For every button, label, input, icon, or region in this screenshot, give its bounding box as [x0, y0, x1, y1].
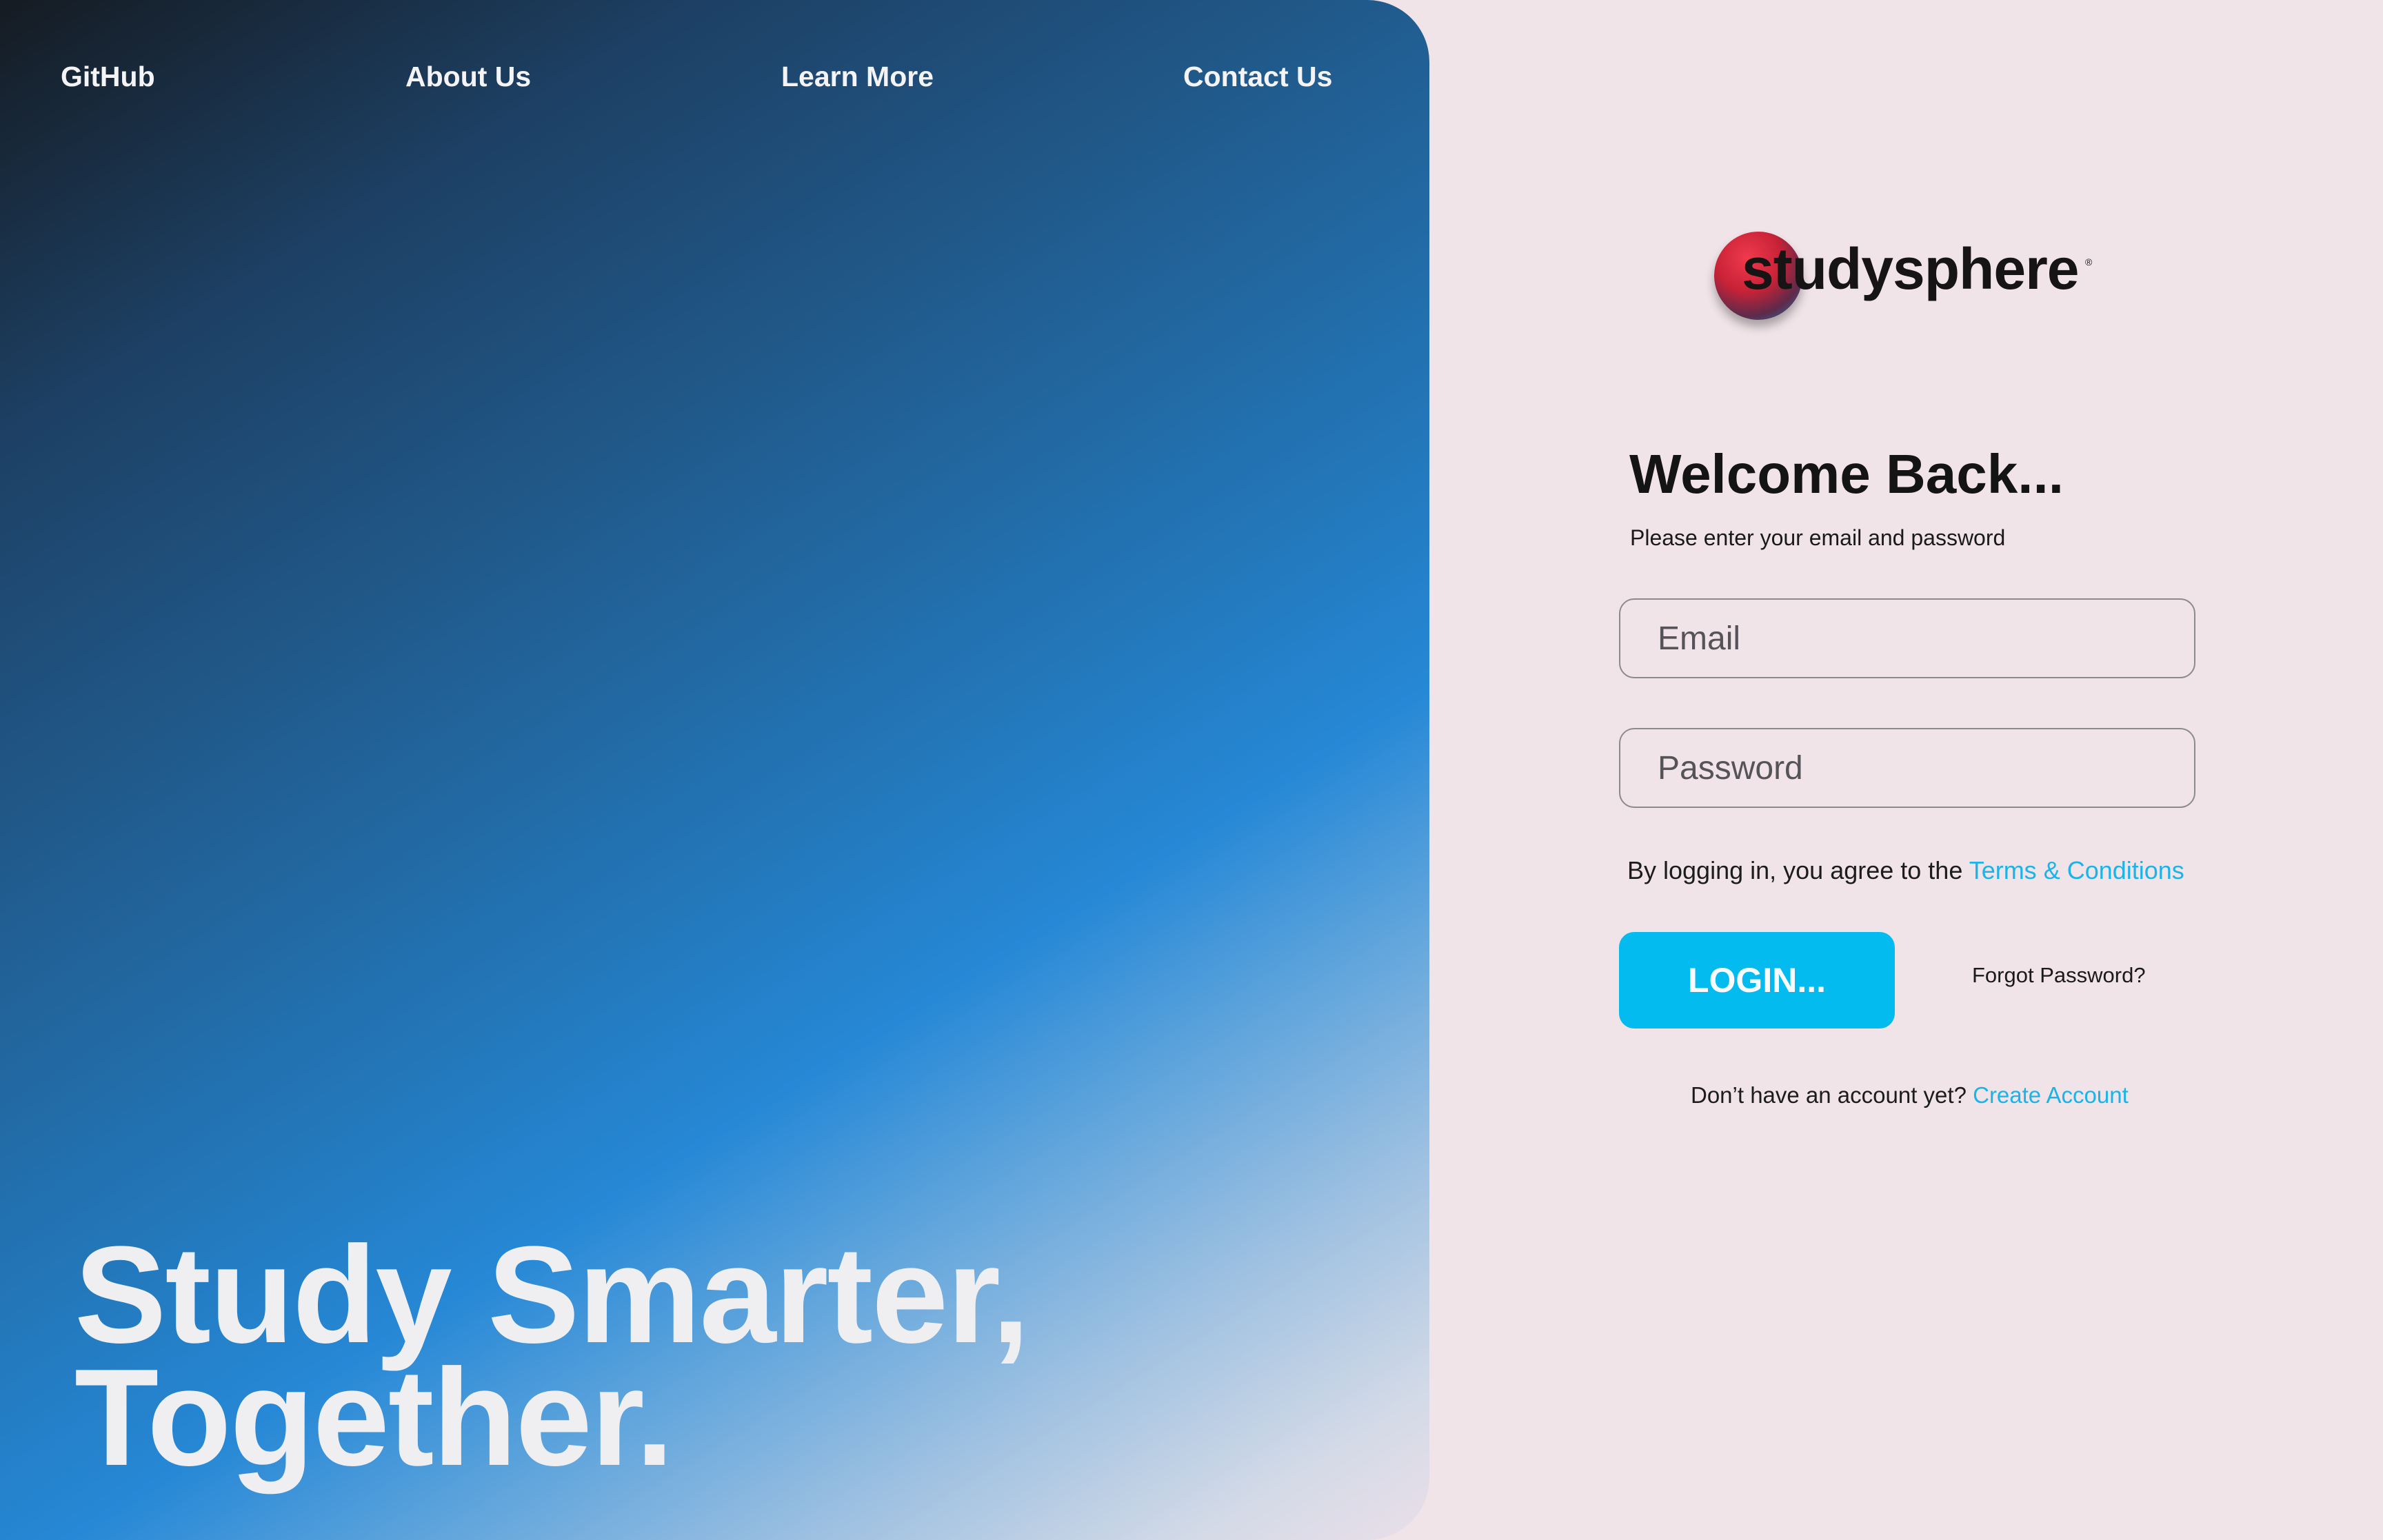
- signup-prompt: Don’t have an account yet? Create Accoun…: [1691, 1082, 2129, 1108]
- hero-headline-line2: Together.: [74, 1341, 674, 1495]
- login-subtitle: Please enter your email and password: [1630, 525, 2006, 550]
- top-nav: GitHub About Us Learn More Contact Us: [0, 61, 1429, 95]
- hero-headline-line1: Study Smarter,: [74, 1218, 1030, 1372]
- password-input[interactable]: [1619, 728, 2195, 808]
- forgot-password-link[interactable]: Forgot Password?: [1972, 963, 2146, 988]
- nav-learn-more-link[interactable]: Learn More: [781, 61, 934, 93]
- registered-mark: ®: [2085, 256, 2093, 267]
- terms-notice: By logging in, you agree to the Terms & …: [1627, 856, 2184, 885]
- terms-conditions-link[interactable]: Terms & Conditions: [1969, 856, 2184, 884]
- create-account-link[interactable]: Create Account: [1973, 1082, 2129, 1108]
- terms-notice-text: By logging in, you agree to the: [1627, 856, 1969, 884]
- hero-headline: Study Smarter, Together.: [74, 1218, 1030, 1495]
- login-page: GitHub About Us Learn More Contact Us St…: [0, 0, 2383, 1540]
- login-button[interactable]: LOGIN...: [1619, 932, 1895, 1029]
- signup-prompt-text: Don’t have an account yet?: [1691, 1082, 1973, 1108]
- nav-about-link[interactable]: About Us: [405, 61, 531, 93]
- nav-github-link[interactable]: GitHub: [61, 61, 155, 93]
- studysphere-logo: studysphere ®: [1714, 232, 2100, 328]
- welcome-title: Welcome Back...: [1629, 443, 2064, 505]
- brand-name: studysphere: [1742, 236, 2079, 301]
- nav-contact-link[interactable]: Contact Us: [1183, 61, 1332, 93]
- email-input[interactable]: [1619, 598, 2195, 678]
- hero-panel: GitHub About Us Learn More Contact Us St…: [0, 0, 1429, 1540]
